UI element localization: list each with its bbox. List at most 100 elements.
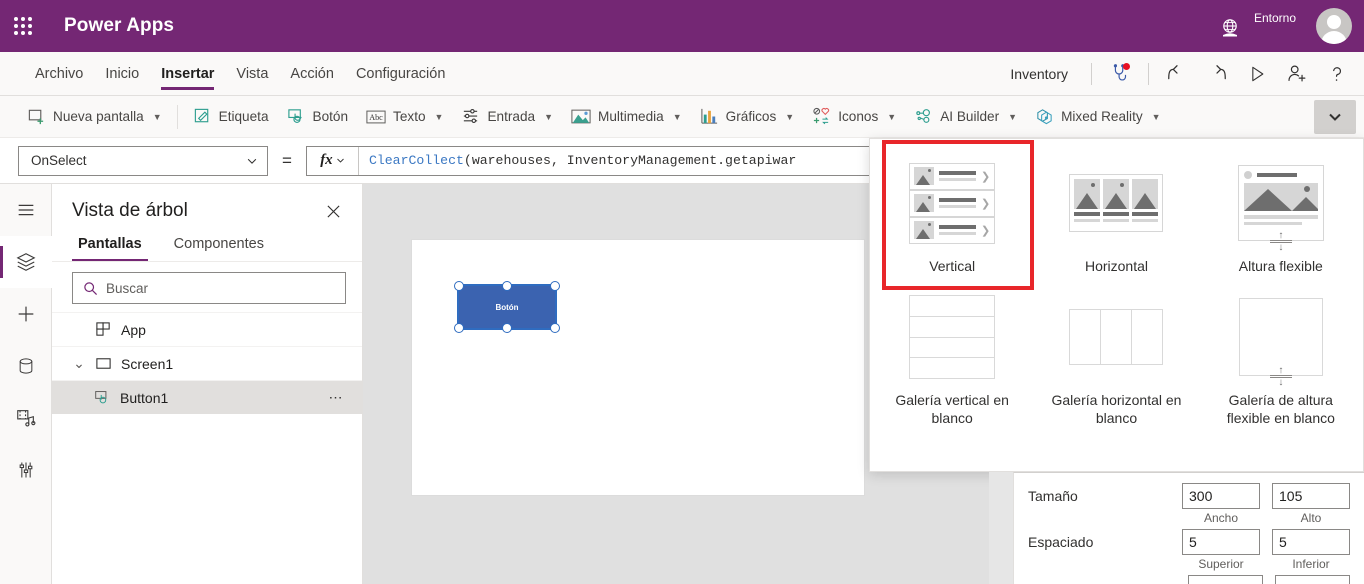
gallery-option-blank-vertical[interactable]: Galería vertical en blanco <box>870 283 1034 435</box>
tree-view-layers-icon[interactable] <box>0 236 52 288</box>
property-row-partial <box>1188 575 1350 584</box>
horizontal-gallery-thumb <box>1069 159 1164 247</box>
height-sublabel: Alto <box>1300 511 1322 525</box>
tree-view-panel: Vista de árbol Pantallas Componentes App <box>52 184 363 584</box>
partial-input-left[interactable] <box>1188 575 1263 584</box>
gallery-option-blank-horizontal[interactable]: Galería horizontal en blanco <box>1034 283 1198 435</box>
ribbon-graficos[interactable]: Gráficos ▼ <box>691 102 804 132</box>
width-input[interactable] <box>1182 483 1260 509</box>
tree-row-button1[interactable]: Button1 ⋯ <box>52 380 362 414</box>
ribbon-new-screen[interactable]: Nueva pantalla ▼ <box>18 102 171 132</box>
ribbon-label: Iconos <box>838 109 879 124</box>
width-field-wrapper: Ancho <box>1182 483 1260 525</box>
insert-plus-icon[interactable] <box>0 288 52 340</box>
properties-scroll-strip[interactable] <box>989 472 1013 584</box>
tree-row-label: App <box>121 321 146 338</box>
ribbon-label: Entrada <box>487 109 536 124</box>
resize-handle-top-left[interactable] <box>454 281 464 291</box>
ribbon-mixed-reality[interactable]: Mixed Reality ▼ <box>1026 102 1170 132</box>
menu-item-accion[interactable]: Acción <box>279 52 345 96</box>
formula-rest: (warehouses, InventoryManagement.getapiw… <box>463 153 797 168</box>
app-icon <box>96 322 110 336</box>
avatar[interactable] <box>1316 8 1352 44</box>
undo-icon[interactable] <box>1158 57 1196 91</box>
property-select-value: OnSelect <box>31 153 87 168</box>
app-screen-canvas[interactable]: Botón <box>412 240 864 495</box>
data-source-icon[interactable] <box>0 340 52 392</box>
padding-top-field-wrapper: Superior <box>1182 529 1260 571</box>
gallery-option-flexible-height[interactable]: ↑ ↓ Altura flexible <box>1199 149 1363 283</box>
menu-item-inicio[interactable]: Inicio <box>94 52 150 96</box>
menu-item-archivo[interactable]: Archivo <box>24 52 94 96</box>
ribbon-texto[interactable]: Abc Texto ▼ <box>357 102 452 132</box>
resize-handle-bottom-center[interactable] <box>502 323 512 333</box>
chevron-down-icon: ▼ <box>1151 111 1161 122</box>
menu-item-insertar[interactable]: Insertar <box>150 52 225 96</box>
ribbon-boton[interactable]: Botón <box>278 102 358 132</box>
partial-input-right[interactable] <box>1275 575 1350 584</box>
fx-label: fx <box>320 152 333 168</box>
ribbon-expand-chevron-down-icon[interactable] <box>1314 100 1356 134</box>
top-app-bar: Power Apps Entorno <box>0 0 1364 52</box>
property-select[interactable]: OnSelect <box>18 145 268 176</box>
app-launcher-icon[interactable] <box>0 17 46 35</box>
property-fields: Superior Inferior <box>1182 529 1350 571</box>
padding-bottom-input[interactable] <box>1272 529 1350 555</box>
ribbon-label: Mixed Reality <box>1061 109 1143 124</box>
gallery-option-blank-flexible[interactable]: ↑ ↓ Galería de altura flexible en blanco <box>1199 283 1363 435</box>
tree-row-label: Screen1 <box>121 355 174 372</box>
help-icon[interactable] <box>1318 57 1356 91</box>
resize-handle-bottom-right[interactable] <box>550 323 560 333</box>
menu-right-commands: Inventory <box>996 52 1356 96</box>
ribbon-etiqueta[interactable]: Etiqueta <box>184 102 278 132</box>
resize-handle-top-center[interactable] <box>502 281 512 291</box>
play-icon[interactable] <box>1238 57 1276 91</box>
chevron-down-icon[interactable]: ⌄ <box>72 355 86 372</box>
environment-selector[interactable]: Entorno <box>1216 0 1296 52</box>
property-row-espaciado: Espaciado Superior Inferior <box>1028 529 1350 571</box>
gallery-template-flyout: ❯ ❯ ❯ Vertical Horizontal ↑ ↓ Altura fle… <box>869 138 1364 472</box>
search-box[interactable] <box>72 272 346 304</box>
hamburger-menu-icon[interactable] <box>0 184 52 236</box>
environment-label: Entorno <box>1253 11 1296 25</box>
height-input[interactable] <box>1272 483 1350 509</box>
tree-view-header: Vista de árbol <box>52 184 362 230</box>
fx-button[interactable]: fx <box>307 146 359 175</box>
width-sublabel: Ancho <box>1203 511 1239 525</box>
ribbon-label: Texto <box>393 109 426 124</box>
share-icon[interactable] <box>1278 57 1316 91</box>
resize-handle-bottom-left[interactable] <box>454 323 464 333</box>
redo-icon[interactable] <box>1198 57 1236 91</box>
gallery-option-label: Galería horizontal en blanco <box>1051 392 1182 426</box>
gallery-option-horizontal[interactable]: Horizontal <box>1034 149 1198 283</box>
divider <box>1148 63 1149 85</box>
chevron-down-icon: ▼ <box>434 111 444 122</box>
more-options-icon[interactable]: ⋯ <box>329 389 345 406</box>
padding-top-input[interactable] <box>1182 529 1260 555</box>
app-name-label[interactable]: Inventory <box>996 66 1082 82</box>
canvas-button-control[interactable]: Botón <box>457 284 557 330</box>
tree-row-app[interactable]: App <box>52 312 362 346</box>
ribbon-iconos[interactable]: Iconos ▼ <box>803 102 905 132</box>
tree-row-screen1[interactable]: ⌄ Screen1 <box>52 346 362 380</box>
screen-icon <box>96 358 111 369</box>
insert-ribbon: Nueva pantalla ▼ Etiqueta Botón Abc Text… <box>0 96 1364 138</box>
menu-item-vista[interactable]: Vista <box>225 52 279 96</box>
close-icon[interactable] <box>320 198 346 224</box>
property-row-tamano: Tamaño Ancho Alto <box>1028 483 1350 525</box>
media-icon[interactable] <box>0 392 52 444</box>
ribbon-ai-builder[interactable]: AI Builder ▼ <box>905 102 1026 132</box>
tree-view-tabs: Pantallas Componentes <box>52 230 362 262</box>
resize-handle-top-right[interactable] <box>550 281 560 291</box>
ribbon-entrada[interactable]: Entrada ▼ <box>452 102 562 132</box>
search-input[interactable] <box>106 280 335 296</box>
tab-pantallas[interactable]: Pantallas <box>72 230 148 261</box>
divider <box>176 104 178 129</box>
properties-panel: Tamaño Ancho Alto Espaciado Superior <box>1013 472 1364 584</box>
tab-componentes[interactable]: Componentes <box>168 230 270 261</box>
app-checker-icon[interactable] <box>1101 57 1139 91</box>
menu-item-configuracion[interactable]: Configuración <box>345 52 456 96</box>
gallery-option-vertical[interactable]: ❯ ❯ ❯ Vertical <box>870 149 1034 283</box>
ribbon-multimedia[interactable]: Multimedia ▼ <box>562 102 691 132</box>
advanced-tools-icon[interactable] <box>0 444 52 496</box>
